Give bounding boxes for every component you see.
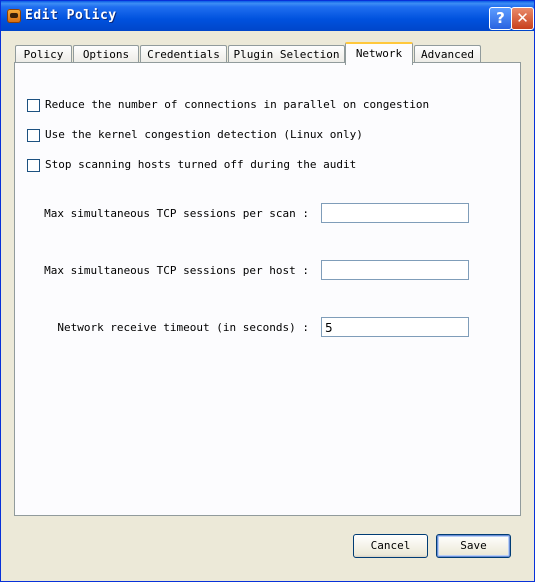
tab-plugin-selection[interactable]: Plugin Selection [228, 45, 345, 63]
tab-advanced[interactable]: Advanced [414, 45, 481, 63]
max-tcp-per-host-input[interactable] [321, 260, 469, 280]
save-button[interactable]: Save [436, 534, 511, 558]
congestion-reduce-checkbox[interactable] [27, 99, 40, 112]
tab-network[interactable]: Network [345, 42, 413, 65]
network-panel: Reduce the number of connections in para… [14, 62, 521, 516]
app-icon [7, 9, 21, 23]
tab-policy[interactable]: Policy [15, 45, 72, 63]
window-title: Edit Policy [25, 8, 117, 23]
close-button[interactable]: ✕ [511, 7, 534, 30]
max-tcp-per-host-label: Max simultaneous TCP sessions per host : [44, 264, 309, 277]
help-button[interactable]: ? [489, 7, 512, 30]
network-timeout-input[interactable]: 5 [321, 317, 469, 337]
kernel-congestion-label: Use the kernel congestion detection (Lin… [45, 128, 363, 141]
tab-options[interactable]: Options [73, 45, 139, 63]
kernel-congestion-checkbox[interactable] [27, 129, 40, 142]
tab-credentials[interactable]: Credentials [140, 45, 227, 63]
network-timeout-label: Network receive timeout (in seconds) : [57, 321, 309, 334]
title-bar[interactable]: Edit Policy ? ✕ [1, 1, 534, 31]
stop-scanning-checkbox[interactable] [27, 159, 40, 172]
stop-scanning-label: Stop scanning hosts turned off during th… [45, 158, 357, 171]
max-tcp-per-scan-input[interactable] [321, 203, 469, 223]
cancel-button[interactable]: Cancel [353, 534, 428, 558]
edit-policy-window: Edit Policy ? ✕ Policy Options Credentia… [0, 0, 535, 582]
help-icon: ? [496, 9, 505, 27]
close-icon: ✕ [516, 9, 529, 27]
max-tcp-per-scan-label: Max simultaneous TCP sessions per scan : [44, 207, 309, 220]
congestion-reduce-label: Reduce the number of connections in para… [45, 98, 430, 111]
